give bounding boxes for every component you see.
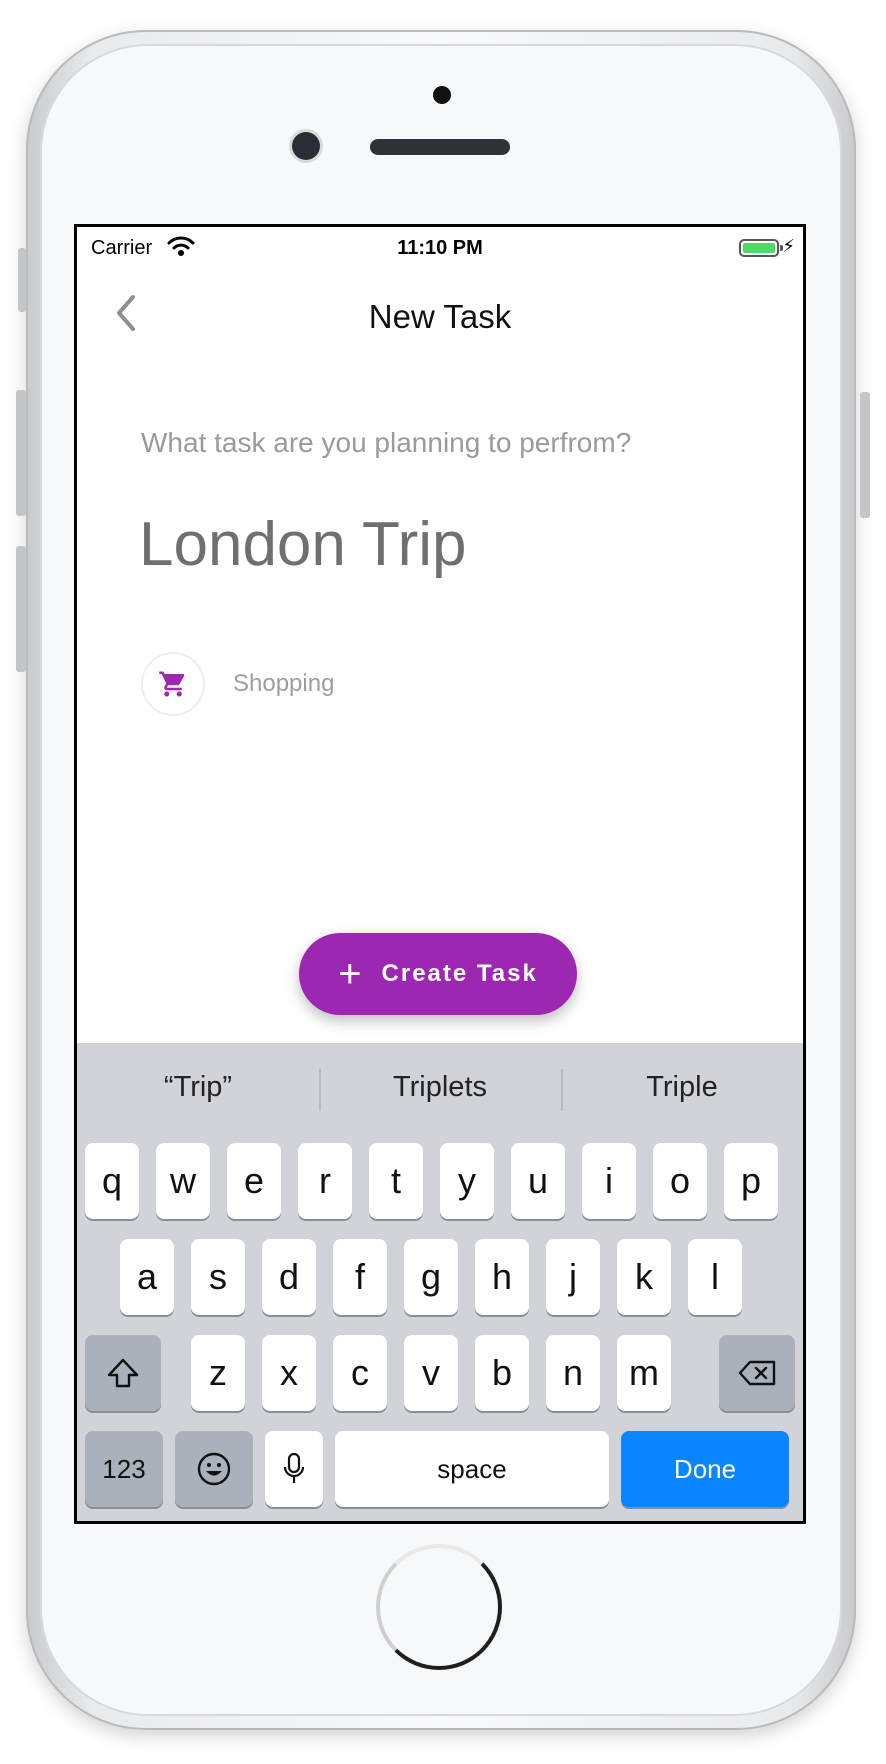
suggestion-item[interactable]: Triple [561,1043,803,1129]
front-sensor [433,86,451,104]
done-key[interactable]: Done [621,1431,789,1507]
suggestion-item[interactable]: “Trip” [77,1043,319,1129]
key-b[interactable]: b [475,1335,529,1411]
key-d[interactable]: d [262,1239,316,1315]
key-q[interactable]: q [85,1143,139,1219]
battery-icon [739,239,783,257]
key-n[interactable]: n [546,1335,600,1411]
key-z[interactable]: z [191,1335,245,1411]
key-v[interactable]: v [404,1335,458,1411]
task-name-input[interactable]: London Trip [139,509,466,580]
screen: Carrier 11:10 PM ⚡ New Task What task ar… [74,224,806,1524]
create-task-label: Create Task [381,960,538,987]
key-t[interactable]: t [369,1143,423,1219]
space-key[interactable]: space [335,1431,609,1507]
emoji-key[interactable] [175,1431,253,1507]
volume-up-button [16,390,26,516]
navigation-bar: New Task [77,273,803,353]
shift-arrow-icon [107,1358,139,1388]
key-p[interactable]: p [724,1143,778,1219]
key-y[interactable]: y [440,1143,494,1219]
keyboard: “Trip” Triplets Triple q w e r t y u i o… [77,1043,803,1521]
key-c[interactable]: c [333,1335,387,1411]
key-a[interactable]: a [120,1239,174,1315]
charging-bolt-icon: ⚡ [782,236,795,256]
power-button [860,392,870,518]
suggestion-item[interactable]: Triplets [319,1043,561,1129]
battery-level [743,243,775,253]
key-j[interactable]: j [546,1239,600,1315]
status-time: 11:10 PM [397,237,483,259]
volume-down-button [16,546,26,672]
key-h[interactable]: h [475,1239,529,1315]
numbers-key[interactable]: 123 [85,1431,163,1507]
create-task-button[interactable]: + Create Task [299,933,577,1015]
key-f[interactable]: f [333,1239,387,1315]
backspace-icon [738,1360,776,1386]
delete-key[interactable] [719,1335,795,1411]
key-k[interactable]: k [617,1239,671,1315]
dictation-key[interactable] [265,1431,323,1507]
suggestion-bar: “Trip” Triplets Triple [77,1043,803,1129]
key-w[interactable]: w [156,1143,210,1219]
key-l[interactable]: l [688,1239,742,1315]
earpiece-speaker [370,139,510,155]
key-e[interactable]: e [227,1143,281,1219]
key-r[interactable]: r [298,1143,352,1219]
emoji-icon [197,1452,231,1486]
key-s[interactable]: s [191,1239,245,1315]
category-icon-circle [141,652,205,716]
category-selector[interactable]: Shopping [141,651,334,717]
home-button[interactable] [376,1544,502,1670]
key-u[interactable]: u [511,1143,565,1219]
plus-icon: + [338,952,362,996]
category-label: Shopping [233,670,335,697]
key-m[interactable]: m [617,1335,671,1411]
shift-key[interactable] [85,1335,161,1411]
silent-switch [18,248,26,312]
key-o[interactable]: o [653,1143,707,1219]
key-x[interactable]: x [262,1335,316,1411]
status-bar: Carrier 11:10 PM ⚡ [77,227,803,267]
key-i[interactable]: i [582,1143,636,1219]
microphone-icon [283,1452,305,1483]
shopping-cart-icon [159,671,185,697]
front-camera [292,132,320,160]
key-g[interactable]: g [404,1239,458,1315]
page-title: New Task [368,298,512,335]
task-prompt-label: What task are you planning to perfrom? [141,427,632,458]
